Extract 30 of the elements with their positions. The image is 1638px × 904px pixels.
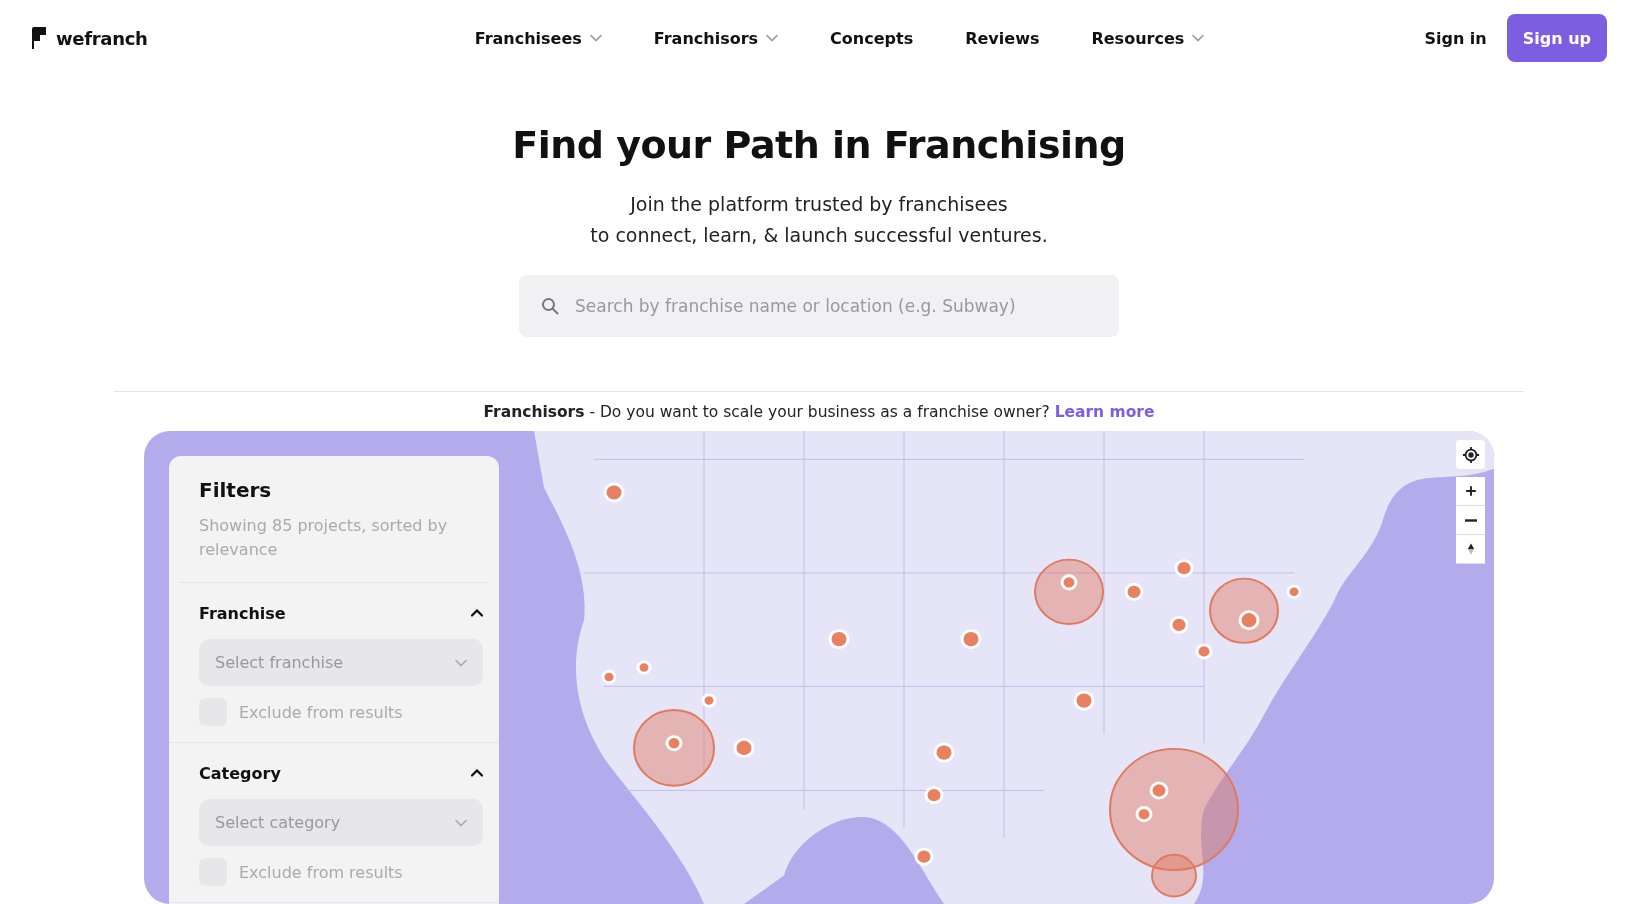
nav-dropdown[interactable]: Franchisees <box>474 28 602 48</box>
chevron-icon <box>455 658 467 667</box>
sign-up-button[interactable]: Sign up <box>1506 14 1607 62</box>
nav-link[interactable]: Reviews <box>965 28 1040 48</box>
search-field[interactable]: Search by franchise name or location (e.g. Subway) <box>519 275 1119 337</box>
nav-dropdown[interactable]: Franchisors <box>653 28 779 48</box>
section-title: Franchise <box>199 603 286 623</box>
nav-link[interactable]: Concepts <box>830 28 914 48</box>
collapse-toggle-icon[interactable] <box>471 769 483 777</box>
checkbox-label: Exclude from results <box>239 702 403 722</box>
zoom-in-button[interactable] <box>1456 477 1485 506</box>
franchisor-prompt-text: Franchisors - Do you want to scale your business as a franchise owner? Learn more <box>482 403 1156 421</box>
learn-more-link[interactable]: Learn more <box>1054 403 1155 421</box>
locate-icon <box>1461 445 1480 464</box>
filters-title: Filters <box>199 478 273 502</box>
search-icon <box>541 297 559 315</box>
results-summary: Showing 85 projects, sorted by relevance <box>199 515 449 561</box>
logo-text[interactable]: wefranch <box>56 27 148 49</box>
locate-button[interactable] <box>1456 440 1485 469</box>
nav-dropdown[interactable]: Resources <box>1091 28 1205 48</box>
logo-icon <box>32 27 48 49</box>
hero-subtitle: Join the platform trusted by franchisees to connect, learn, & launch successful ventures. <box>590 192 1048 248</box>
sign-in-link[interactable]: Sign in <box>1424 28 1487 48</box>
collapse-toggle-icon[interactable] <box>471 609 483 617</box>
checkbox-label: Exclude from results <box>239 862 403 882</box>
chevron-icon <box>455 818 467 827</box>
minus-icon <box>1464 518 1477 522</box>
hero-title: Find your Path in Franchising <box>512 123 1126 167</box>
section-title: Category <box>199 763 281 783</box>
search-input[interactable]: Search by franchise name or location (e.g. Subway) <box>573 295 1097 317</box>
